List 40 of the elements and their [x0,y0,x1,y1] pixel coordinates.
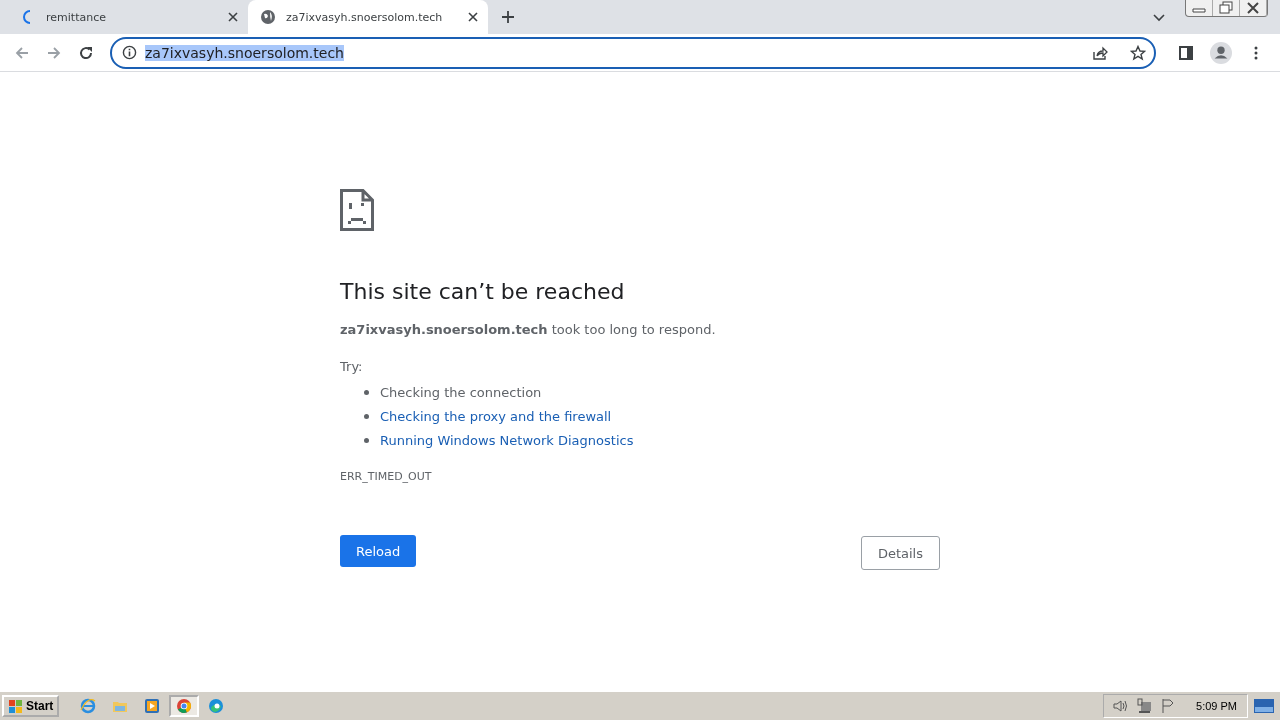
side-panel-icon[interactable] [1178,44,1194,61]
url-text: za7ixvasyh.snoersolom.tech [145,44,344,61]
error-heading: This site can’t be reached [340,279,626,304]
tab-title: za7ixvasyh.snoersolom.tech [286,10,444,24]
clock[interactable]: 5:09 PM [1196,700,1237,712]
share-icon[interactable] [1092,44,1108,61]
address-bar[interactable]: za7ixvasyh.snoersolom.tech [110,36,1156,69]
taskbar-button[interactable] [169,695,200,717]
reload-icon[interactable] [78,44,94,61]
browser-e-icon [80,698,97,714]
try-label: Try: [340,359,364,374]
sad-page-icon [340,189,374,231]
close-tab-icon[interactable] [228,12,238,22]
info-icon[interactable] [122,45,137,60]
suggestion-text: Checking the connection [380,384,542,400]
star-icon[interactable] [1130,44,1146,61]
browser-tab[interactable]: remittance [8,0,248,34]
network-icon[interactable] [1136,698,1153,714]
close-tab-icon[interactable] [468,12,478,22]
new-tab-icon[interactable] [502,11,514,23]
browser-icon [176,698,193,714]
globe-icon [260,9,276,25]
windows-logo-icon [8,698,24,714]
error-code: ERR_TIMED_OUT [340,470,433,483]
speaker-icon[interactable] [1112,698,1129,714]
forward-arrow-icon[interactable] [46,44,62,61]
media-player-icon [144,698,161,714]
profile-icon[interactable] [1210,41,1232,64]
suggestion-link[interactable]: Running Windows Network Diagnostics [380,432,634,448]
start-button[interactable]: Start [2,695,60,717]
error-message: za7ixvasyh.snoersolom.tech took too long to respond. [340,322,717,337]
browser-tab[interactable]: za7ixvasyh.snoersolom.tech [248,0,488,34]
details-button[interactable]: Details [860,536,940,570]
suggestion-link[interactable]: Checking the proxy and the firewall [380,408,612,424]
chevron-down-icon[interactable] [1153,14,1165,22]
reload-button[interactable]: Reload [340,535,417,567]
back-arrow-icon[interactable] [14,44,30,61]
show-desktop-icon[interactable] [1254,698,1274,714]
wave-browser-icon [208,698,225,714]
tab-title: remittance [46,10,107,24]
